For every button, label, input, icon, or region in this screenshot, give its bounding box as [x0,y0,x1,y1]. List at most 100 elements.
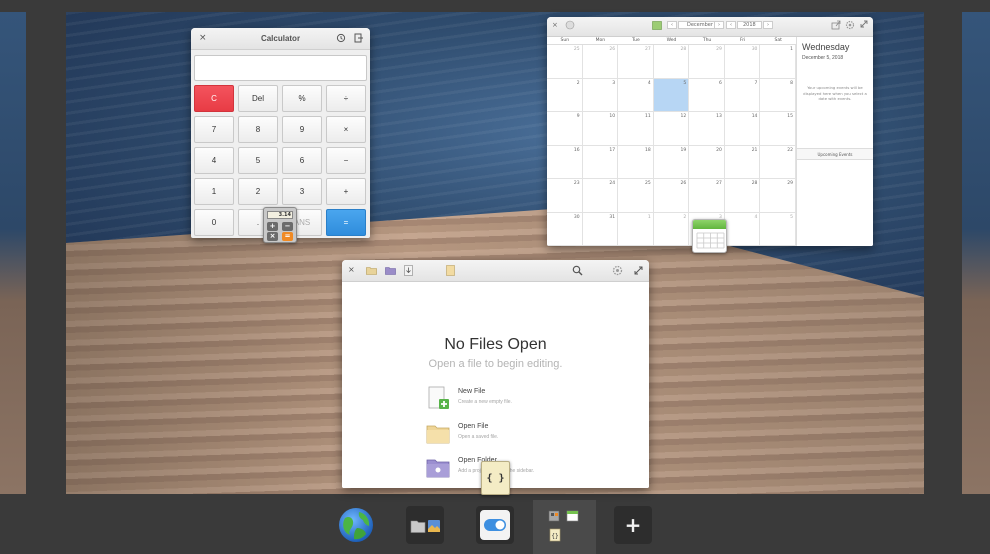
clear-button[interactable]: C [194,85,234,112]
calendar-day-cell[interactable]: 29 [760,179,796,213]
today-icon[interactable] [565,20,575,32]
settings-gear-icon[interactable] [845,20,855,32]
year-prev-button[interactable]: ‹ [726,21,736,29]
calendar-day-cell[interactable]: 4 [724,212,761,246]
calculator-app-icon[interactable]: 3.14 + − × = [263,207,297,243]
open-file-folder-icon [426,425,450,444]
subtract-button[interactable]: − [326,147,366,174]
digit-5-button[interactable]: 5 [238,147,278,174]
digit-3-button[interactable]: 3 [282,178,322,205]
code-editor-window[interactable]: × No Files Open Open a file to begin edi… [342,260,649,488]
export-icon[interactable] [831,20,841,32]
workspace-4-button-active[interactable]: {} [533,500,596,554]
calendar-day-cell[interactable]: 15 [760,112,796,146]
calendar-day-cell[interactable]: 27 [689,179,725,213]
digit-6-button[interactable]: 6 [282,147,322,174]
digit-8-button[interactable]: 8 [238,116,278,143]
calendar-day-cell[interactable]: 10 [582,112,619,146]
calendar-day-cell[interactable]: 5 [760,212,796,246]
add-workspace-button[interactable]: + [614,506,652,544]
close-icon[interactable]: × [348,265,355,274]
calendar-day-cell[interactable]: 3 [582,78,619,112]
workspace-preview-left[interactable] [0,12,26,494]
digit-0-button[interactable]: 0 [194,209,234,236]
close-icon[interactable]: × [552,21,558,29]
calendar-day-cell[interactable]: 13 [689,112,725,146]
settings-gear-icon[interactable] [612,265,623,279]
open-folder-icon[interactable] [366,266,377,278]
calendar-day-cell[interactable]: 26 [653,179,690,213]
workspace-preview-right[interactable] [962,12,990,494]
workspace-3-button[interactable] [476,506,514,544]
calendar-day-cell[interactable]: 26 [582,45,619,79]
calendar-window[interactable]: × ‹ December › ‹ 2018 › Sun Mon Tue Wed … [547,17,873,246]
editor-titlebar[interactable]: × [342,260,649,282]
calendar-day-cell[interactable]: 5 [653,78,690,112]
calendar-day-cell[interactable]: 25 [547,45,583,79]
divide-button[interactable]: ÷ [326,85,366,112]
calendar-day-cell[interactable]: 2 [547,78,583,112]
equals-button[interactable]: = [326,209,366,236]
digit-4-button[interactable]: 4 [194,147,234,174]
new-file-action[interactable]: New File Create a new empty file. [426,386,606,416]
calendar-day-cell[interactable]: 11 [618,112,654,146]
calendar-day-cell[interactable]: 30 [547,212,583,246]
digit-2-button[interactable]: 2 [238,178,278,205]
calendar-day-cell[interactable]: 18 [618,145,654,179]
maximize-icon[interactable] [634,266,643,278]
calendar-day-cell[interactable]: 17 [582,145,619,179]
maximize-icon[interactable] [860,20,868,30]
workspace-1-button[interactable] [337,506,375,544]
code-editor-app-icon[interactable]: { } [481,461,510,495]
calendar-day-cell[interactable]: 25 [618,179,654,213]
calendar-day-cell[interactable]: 27 [618,45,654,79]
calendar-day-cell[interactable]: 22 [760,145,796,179]
calendar-day-cell[interactable]: 30 [724,45,761,79]
calendar-day-cell[interactable]: 29 [689,45,725,79]
year-next-button[interactable]: › [763,21,773,29]
history-icon[interactable] [336,33,346,46]
calendar-day-cell[interactable]: 24 [582,179,619,213]
percent-button[interactable]: % [282,85,322,112]
save-icon[interactable] [404,265,413,279]
workspace-2-button[interactable] [406,506,444,544]
calendar-day-cell[interactable]: 1 [760,45,796,79]
calendar-day-cell[interactable]: 31 [582,212,619,246]
project-folder-icon[interactable] [385,266,396,278]
calendar-day-cell[interactable]: 28 [724,179,761,213]
calculator-display[interactable] [194,55,367,81]
digit-9-button[interactable]: 9 [282,116,322,143]
calendar-day-cell[interactable]: 16 [547,145,583,179]
calendar-day-cell[interactable]: 4 [618,78,654,112]
multiply-button[interactable]: × [326,116,366,143]
calendar-day-cell[interactable]: 1 [618,212,654,246]
calculator-titlebar[interactable]: × Calculator [191,28,370,50]
calendar-day-cell[interactable]: 14 [724,112,761,146]
calendar-day-cell[interactable]: 21 [724,145,761,179]
calendar-day-cell[interactable]: 28 [653,45,690,79]
month-next-button[interactable]: › [714,21,724,29]
digit-1-button[interactable]: 1 [194,178,234,205]
calendar-day-cell[interactable]: 23 [547,179,583,213]
calendar-day-cell[interactable]: 8 [760,78,796,112]
month-prev-button[interactable]: ‹ [667,21,677,29]
calendar-day-cell[interactable]: 6 [689,78,725,112]
open-folder-action[interactable]: Open Folder Add a project folder to the … [426,455,606,485]
source-selector-icon[interactable] [652,21,662,32]
calendar-day-cell[interactable]: 20 [689,145,725,179]
open-file-action[interactable]: Open File Open a saved file. [426,421,606,451]
digit-7-button[interactable]: 7 [194,116,234,143]
calendar-day-cell[interactable]: 12 [653,112,690,146]
add-button[interactable]: + [326,178,366,205]
calendar-day-cell[interactable]: 7 [724,78,761,112]
calendar-titlebar[interactable]: × ‹ December › ‹ 2018 › [547,17,873,37]
calendar-day-cell[interactable]: 2 [653,212,690,246]
calendar-day-cell[interactable]: 19 [653,145,690,179]
calendar-day-cell[interactable]: 9 [547,112,583,146]
template-icon[interactable] [446,265,455,279]
calendar-app-icon[interactable] [692,219,727,253]
search-icon[interactable] [572,265,583,279]
upcoming-events-header[interactable]: Upcoming Events [797,148,873,160]
delete-button[interactable]: Del [238,85,278,112]
extend-icon[interactable] [354,33,363,46]
